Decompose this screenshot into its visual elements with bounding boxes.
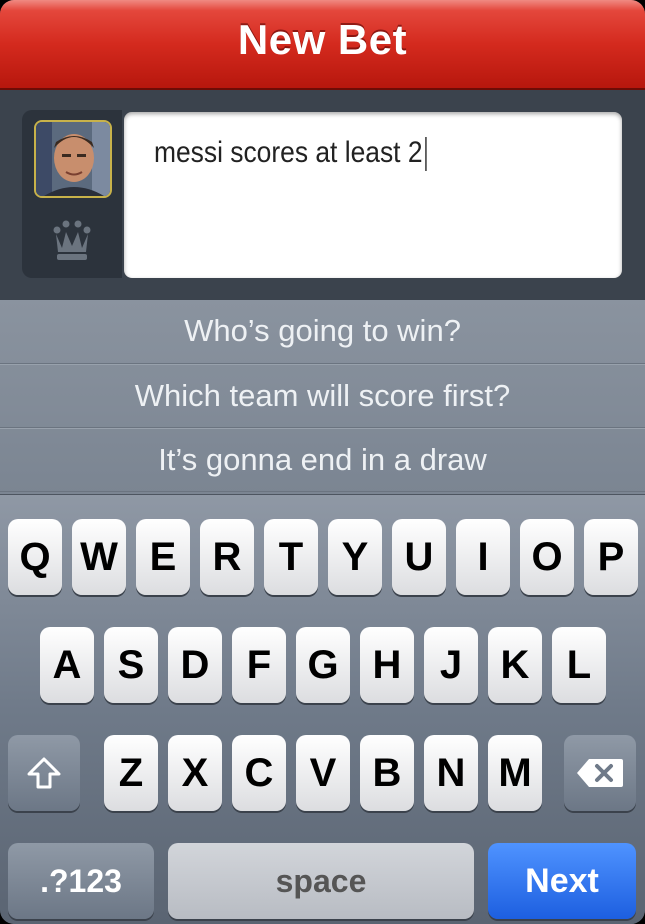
- nav-bar: New Bet: [0, 0, 645, 90]
- key-o[interactable]: O: [520, 519, 574, 595]
- key-g[interactable]: G: [296, 627, 350, 703]
- key-a[interactable]: A: [40, 627, 94, 703]
- key-j[interactable]: J: [424, 627, 478, 703]
- key-z[interactable]: Z: [104, 735, 158, 811]
- next-button[interactable]: Next: [488, 843, 636, 919]
- suggestion-item[interactable]: Who’s going to win?: [0, 300, 645, 364]
- key-i[interactable]: I: [456, 519, 510, 595]
- suggestion-list: Who’s going to win? Which team will scor…: [0, 300, 645, 494]
- key-d[interactable]: D: [168, 627, 222, 703]
- key-c[interactable]: C: [232, 735, 286, 811]
- key-t[interactable]: T: [264, 519, 318, 595]
- key-m[interactable]: M: [488, 735, 542, 811]
- key-e[interactable]: E: [136, 519, 190, 595]
- suggestion-item[interactable]: It’s gonna end in a draw: [0, 428, 645, 492]
- key-q[interactable]: Q: [8, 519, 62, 595]
- key-h[interactable]: H: [360, 627, 414, 703]
- key-x[interactable]: X: [168, 735, 222, 811]
- key-u[interactable]: U: [392, 519, 446, 595]
- backspace-icon: [577, 759, 623, 787]
- compose-area: messi scores at least 2: [0, 90, 645, 300]
- avatar-panel: [22, 110, 122, 278]
- space-key[interactable]: space: [168, 843, 474, 919]
- key-f[interactable]: F: [232, 627, 286, 703]
- key-b[interactable]: B: [360, 735, 414, 811]
- key-s[interactable]: S: [104, 627, 158, 703]
- shift-arrow-icon: [27, 757, 61, 789]
- bet-text-value: messi scores at least 2: [154, 136, 423, 169]
- page-title: New Bet: [237, 16, 408, 63]
- key-l[interactable]: L: [552, 627, 606, 703]
- bet-text-input[interactable]: messi scores at least 2: [124, 112, 622, 278]
- key-p[interactable]: P: [584, 519, 638, 595]
- key-n[interactable]: N: [424, 735, 478, 811]
- key-w[interactable]: W: [72, 519, 126, 595]
- screen: New Bet messi scores at least 2 Who’s go…: [0, 0, 645, 924]
- key-y[interactable]: Y: [328, 519, 382, 595]
- key-k[interactable]: K: [488, 627, 542, 703]
- delete-key[interactable]: [564, 735, 636, 811]
- shift-key[interactable]: [8, 735, 80, 811]
- avatar[interactable]: [34, 120, 112, 198]
- text-caret: [425, 137, 427, 172]
- key-r[interactable]: R: [200, 519, 254, 595]
- suggestion-item[interactable]: Which team will score first?: [0, 364, 645, 428]
- key-v[interactable]: V: [296, 735, 350, 811]
- numbers-mode-key[interactable]: .?123: [8, 843, 154, 919]
- crown-icon[interactable]: [52, 218, 92, 262]
- keyboard: Q W E R T Y U I O P A S D F G H J K L Z …: [0, 494, 645, 924]
